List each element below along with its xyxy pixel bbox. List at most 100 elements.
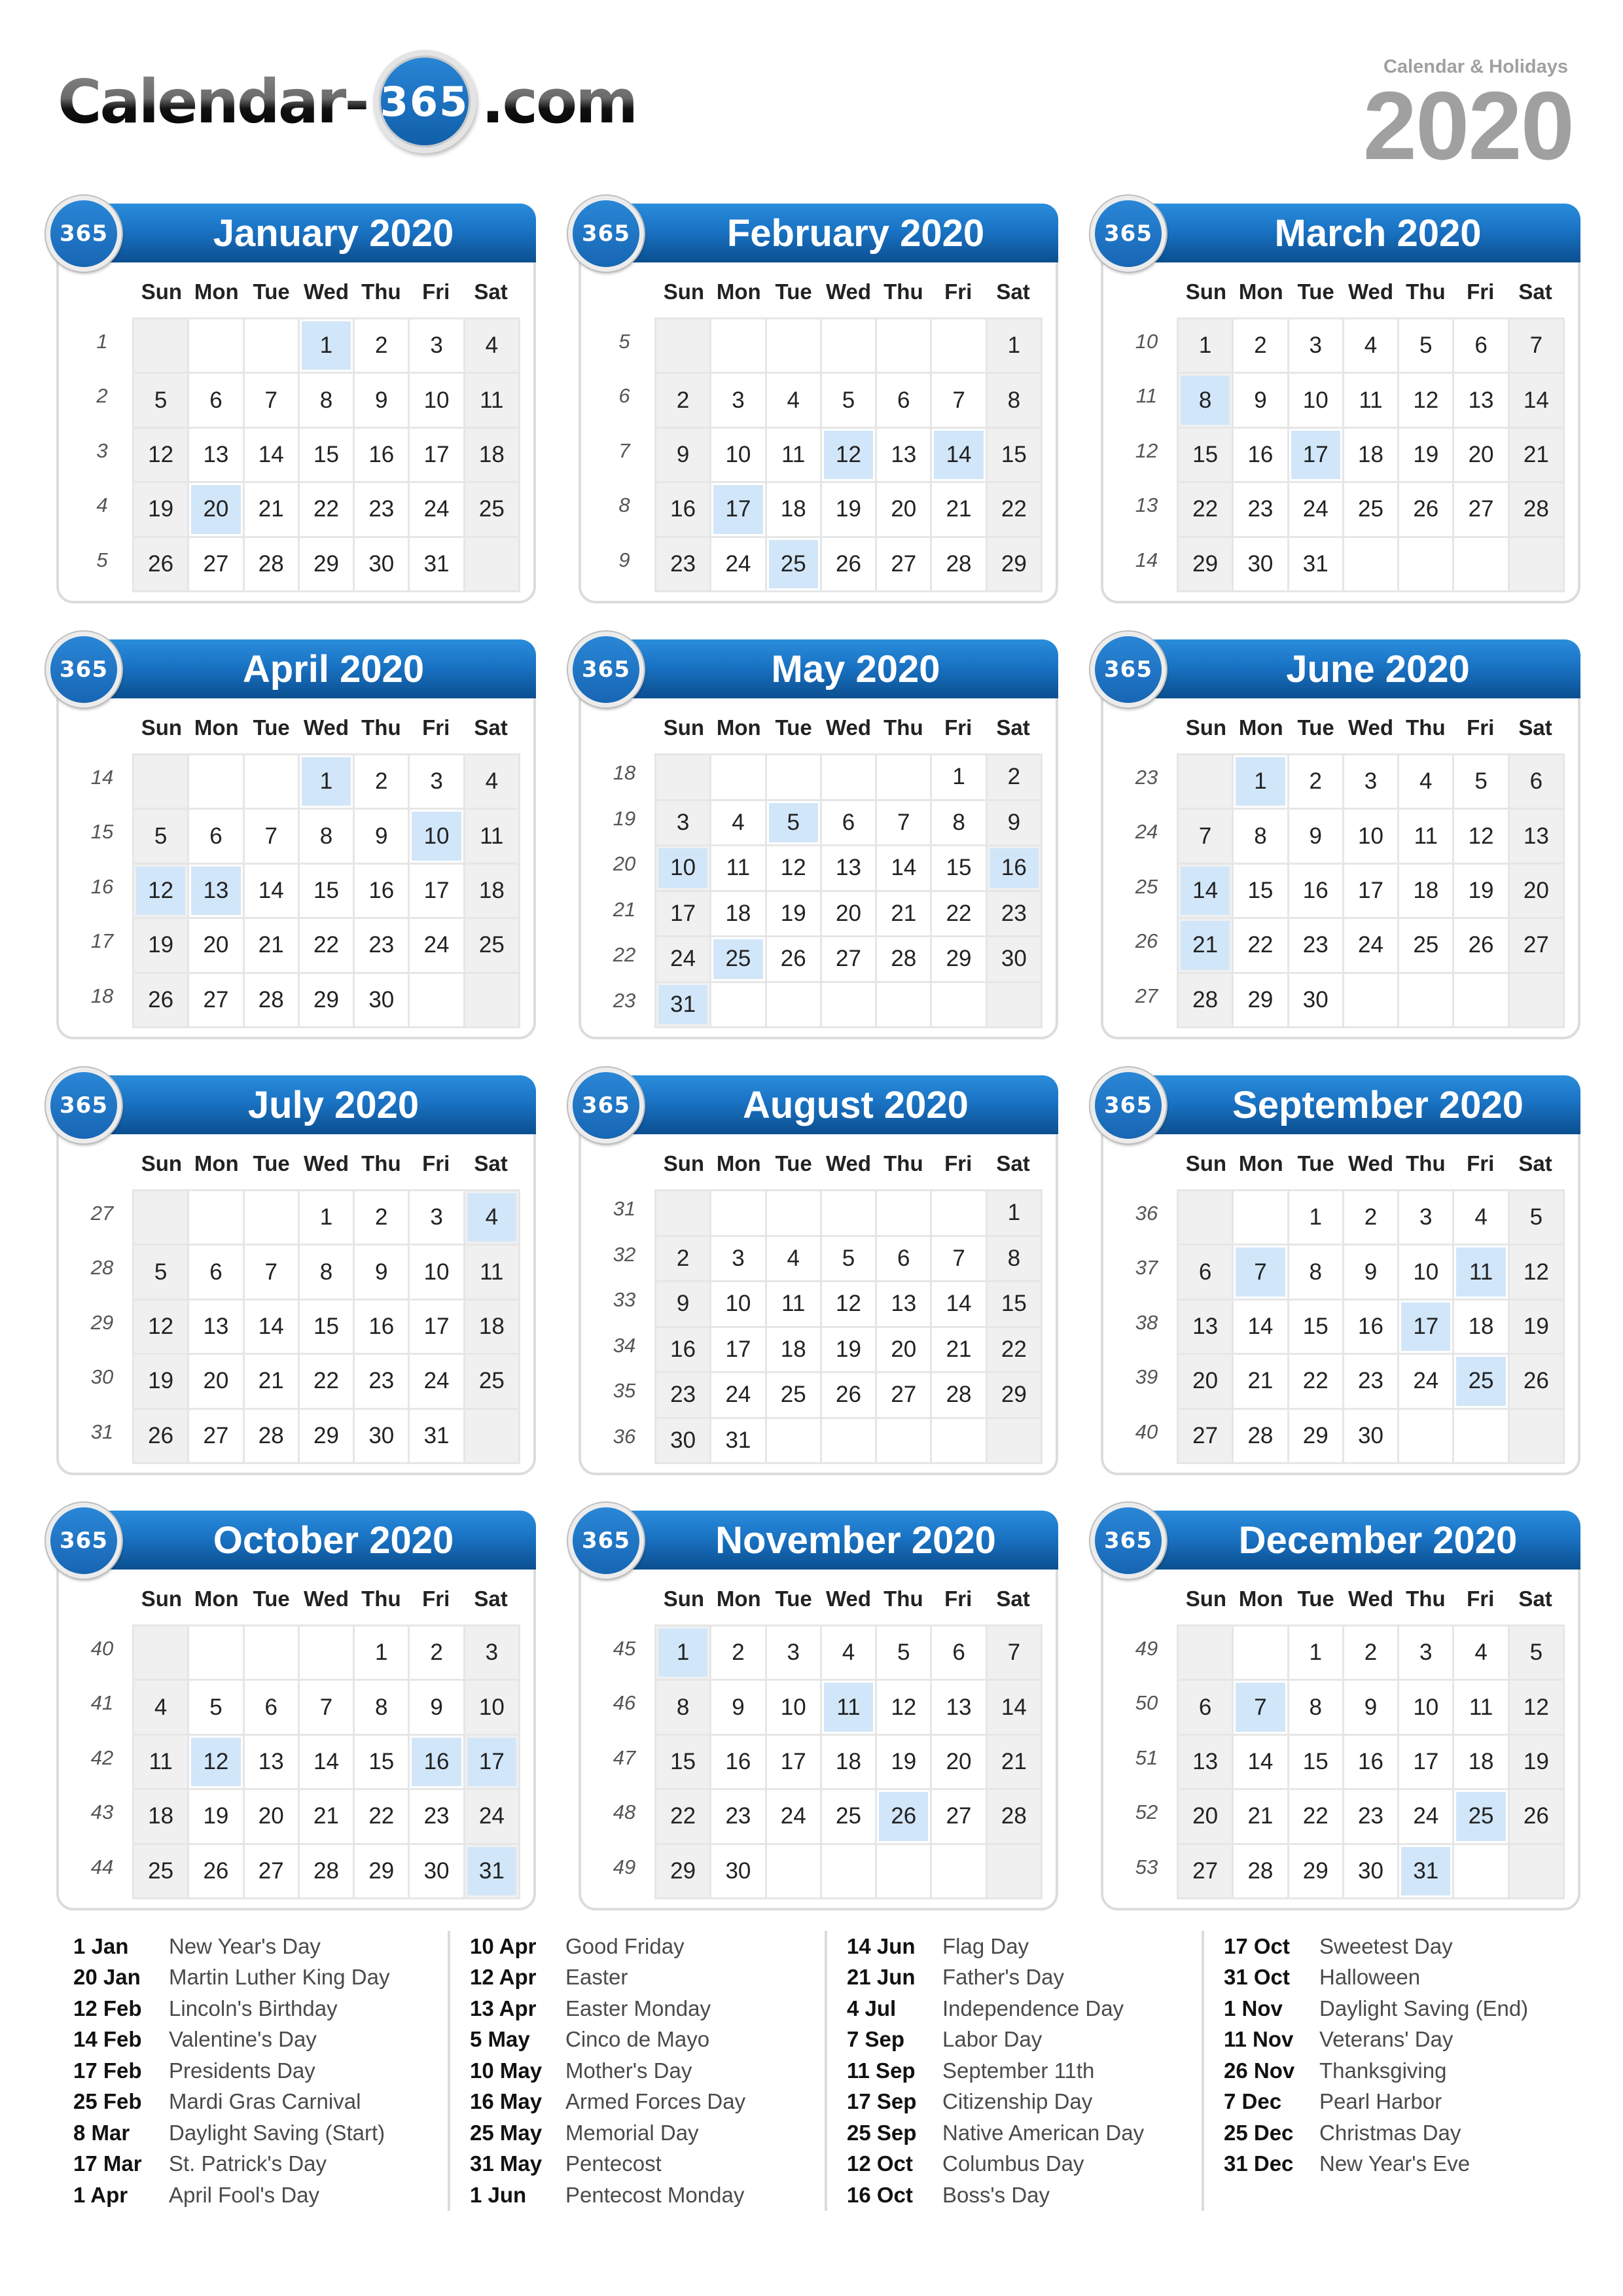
day-cell[interactable]: 13 xyxy=(244,1735,298,1789)
day-cell[interactable]: 20 xyxy=(189,483,243,536)
day-cell[interactable]: 14 xyxy=(1234,1735,1287,1789)
day-cell[interactable]: 28 xyxy=(987,1790,1041,1843)
day-cell[interactable]: 22 xyxy=(355,1790,408,1843)
day-cell[interactable]: 6 xyxy=(1179,1681,1232,1734)
day-cell[interactable]: 13 xyxy=(932,1681,986,1734)
day-cell[interactable]: 1 xyxy=(299,319,353,372)
day-cell[interactable]: 30 xyxy=(355,973,408,1026)
day-cell[interactable]: 6 xyxy=(1179,1246,1232,1299)
day-cell[interactable]: 16 xyxy=(987,846,1041,890)
day-cell[interactable]: 29 xyxy=(656,1844,710,1897)
day-cell[interactable]: 24 xyxy=(1399,1355,1453,1408)
day-cell[interactable]: 8 xyxy=(299,374,353,427)
day-cell[interactable]: 3 xyxy=(1399,1626,1453,1679)
day-cell[interactable]: 26 xyxy=(1454,919,1508,972)
day-cell[interactable]: 3 xyxy=(1289,319,1342,372)
day-cell[interactable]: 24 xyxy=(410,919,463,972)
day-cell[interactable]: 17 xyxy=(1289,428,1342,482)
day-cell[interactable]: 15 xyxy=(355,1735,408,1789)
day-cell[interactable]: 27 xyxy=(1179,1409,1232,1462)
day-cell[interactable]: 20 xyxy=(189,919,243,972)
day-cell[interactable]: 14 xyxy=(932,428,986,482)
day-cell[interactable]: 27 xyxy=(189,537,243,590)
day-cell[interactable]: 25 xyxy=(1454,1790,1508,1843)
day-cell[interactable]: 13 xyxy=(189,864,243,918)
day-cell[interactable]: 7 xyxy=(244,1246,298,1299)
day-cell[interactable]: 25 xyxy=(465,483,518,536)
day-cell[interactable]: 25 xyxy=(1344,483,1398,536)
day-cell[interactable]: 21 xyxy=(932,1327,986,1371)
day-cell[interactable]: 7 xyxy=(299,1681,353,1734)
day-cell[interactable]: 30 xyxy=(1289,973,1342,1026)
day-cell[interactable]: 30 xyxy=(987,937,1041,981)
day-cell[interactable]: 18 xyxy=(711,891,765,935)
day-cell[interactable]: 15 xyxy=(656,1735,710,1789)
day-cell[interactable]: 19 xyxy=(821,1327,876,1371)
day-cell[interactable]: 4 xyxy=(766,374,820,427)
day-cell[interactable]: 20 xyxy=(189,1355,243,1408)
day-cell[interactable]: 18 xyxy=(1344,428,1398,482)
day-cell[interactable]: 28 xyxy=(932,1373,986,1417)
day-cell[interactable]: 12 xyxy=(134,864,188,918)
day-cell[interactable]: 1 xyxy=(656,1626,710,1679)
day-cell[interactable]: 4 xyxy=(1454,1626,1508,1679)
day-cell[interactable]: 21 xyxy=(1234,1355,1287,1408)
day-cell[interactable]: 6 xyxy=(877,1236,931,1280)
day-cell[interactable]: 13 xyxy=(1509,810,1563,863)
day-cell[interactable]: 4 xyxy=(1454,1191,1508,1244)
day-cell[interactable]: 2 xyxy=(1344,1191,1398,1244)
day-cell[interactable]: 8 xyxy=(1289,1246,1342,1299)
day-cell[interactable]: 14 xyxy=(244,1300,298,1354)
day-cell[interactable]: 11 xyxy=(465,810,518,863)
day-cell[interactable]: 24 xyxy=(410,1355,463,1408)
day-cell[interactable]: 10 xyxy=(410,810,463,863)
day-cell[interactable]: 15 xyxy=(987,428,1041,482)
day-cell[interactable]: 10 xyxy=(711,1282,765,1326)
day-cell[interactable]: 1 xyxy=(932,755,986,799)
day-cell[interactable]: 6 xyxy=(189,1246,243,1299)
day-cell[interactable]: 16 xyxy=(1289,864,1342,918)
day-cell[interactable]: 18 xyxy=(1454,1735,1508,1789)
day-cell[interactable]: 7 xyxy=(877,800,931,844)
day-cell[interactable]: 27 xyxy=(244,1844,298,1897)
day-cell[interactable]: 2 xyxy=(656,374,710,427)
day-cell[interactable]: 19 xyxy=(134,919,188,972)
day-cell[interactable]: 2 xyxy=(355,755,408,808)
day-cell[interactable]: 11 xyxy=(1344,374,1398,427)
day-cell[interactable]: 22 xyxy=(299,1355,353,1408)
day-cell[interactable]: 11 xyxy=(766,1282,820,1326)
day-cell[interactable]: 18 xyxy=(465,1300,518,1354)
day-cell[interactable]: 7 xyxy=(244,810,298,863)
day-cell[interactable]: 18 xyxy=(465,864,518,918)
day-cell[interactable]: 10 xyxy=(1344,810,1398,863)
day-cell[interactable]: 6 xyxy=(189,374,243,427)
day-cell[interactable]: 3 xyxy=(766,1626,820,1679)
day-cell[interactable]: 14 xyxy=(1179,864,1232,918)
day-cell[interactable]: 1 xyxy=(299,1191,353,1244)
day-cell[interactable]: 20 xyxy=(877,1327,931,1371)
day-cell[interactable]: 7 xyxy=(244,374,298,427)
day-cell[interactable]: 16 xyxy=(355,428,408,482)
day-cell[interactable]: 3 xyxy=(1399,1191,1453,1244)
day-cell[interactable]: 15 xyxy=(299,428,353,482)
day-cell[interactable]: 2 xyxy=(410,1626,463,1679)
day-cell[interactable]: 22 xyxy=(1289,1790,1342,1843)
day-cell[interactable]: 5 xyxy=(1509,1626,1563,1679)
day-cell[interactable]: 14 xyxy=(877,846,931,890)
day-cell[interactable]: 22 xyxy=(932,891,986,935)
day-cell[interactable]: 26 xyxy=(134,973,188,1026)
day-cell[interactable]: 10 xyxy=(1289,374,1342,427)
day-cell[interactable]: 2 xyxy=(355,1191,408,1244)
day-cell[interactable]: 25 xyxy=(1399,919,1453,972)
day-cell[interactable]: 29 xyxy=(1234,973,1287,1026)
day-cell[interactable]: 3 xyxy=(410,1191,463,1244)
day-cell[interactable]: 3 xyxy=(711,1236,765,1280)
day-cell[interactable]: 19 xyxy=(189,1790,243,1843)
day-cell[interactable]: 9 xyxy=(1234,374,1287,427)
day-cell[interactable]: 23 xyxy=(656,1373,710,1417)
day-cell[interactable]: 10 xyxy=(465,1681,518,1734)
day-cell[interactable]: 12 xyxy=(189,1735,243,1789)
day-cell[interactable]: 7 xyxy=(1179,810,1232,863)
day-cell[interactable]: 4 xyxy=(1344,319,1398,372)
day-cell[interactable]: 17 xyxy=(1399,1735,1453,1789)
